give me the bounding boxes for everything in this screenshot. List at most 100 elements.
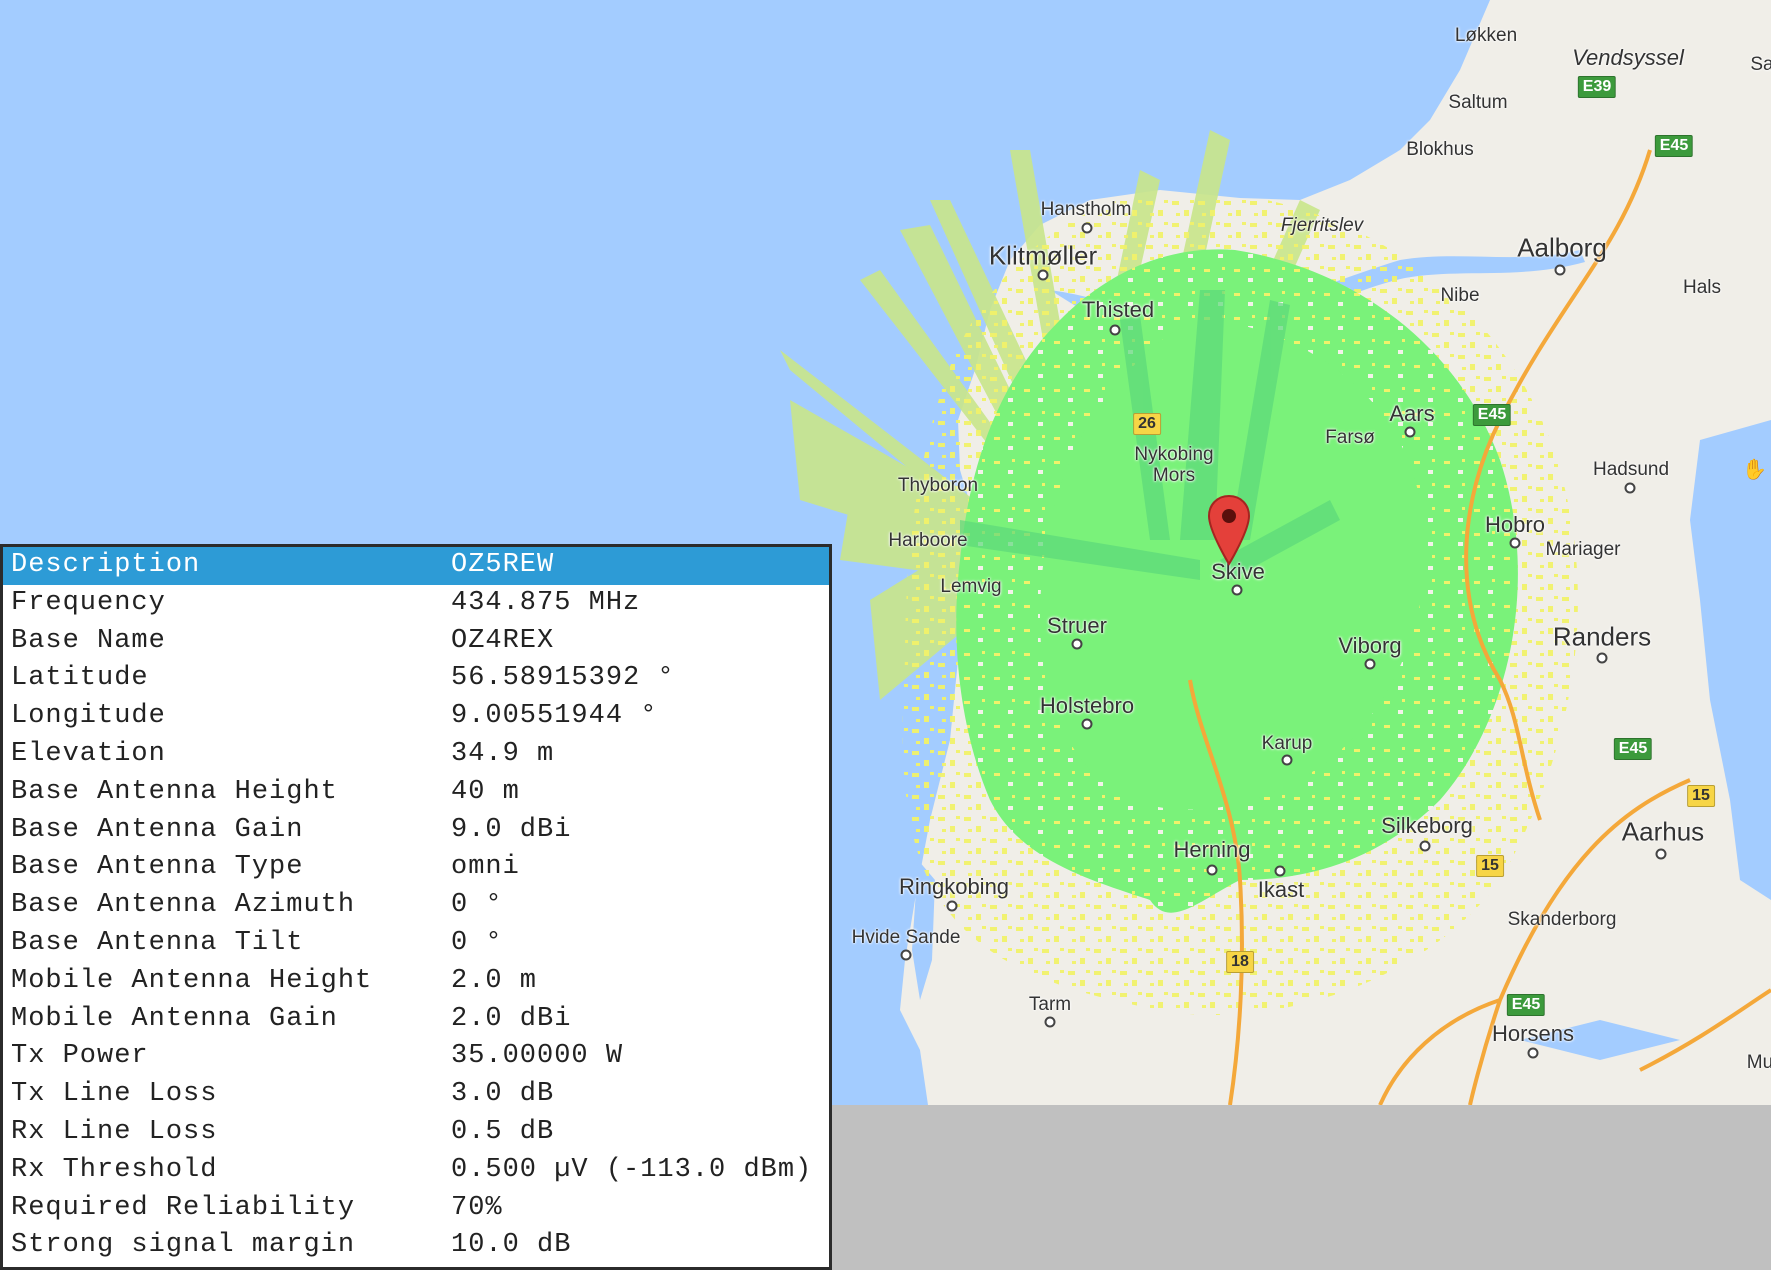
row-label: Rx Line Loss	[11, 1116, 218, 1147]
row-label: Tx Power	[11, 1041, 149, 1072]
table-row: Base Antenna Height 40 m	[3, 774, 829, 812]
row-value: 0 °	[451, 890, 503, 921]
row-label: Tx Line Loss	[11, 1079, 218, 1110]
place-dot	[1044, 1016, 1056, 1028]
row-value: 70%	[451, 1192, 503, 1223]
road-shield: E45	[1472, 404, 1512, 426]
place-dot	[1274, 865, 1286, 877]
table-row: Rx Threshold 0.500 µV (-113.0 dBm)	[3, 1152, 829, 1190]
table-row: Strong signal margin 10.0 dB	[3, 1227, 829, 1265]
place-label: Thyboron	[897, 475, 979, 496]
row-value: 2.0 dBi	[451, 1003, 572, 1034]
place-dot	[1037, 269, 1049, 281]
place-label: Hanstholm	[1040, 199, 1132, 220]
row-value: omni	[451, 852, 520, 883]
row-label: Base Antenna Height	[11, 776, 338, 807]
place-label: Randers	[1552, 621, 1652, 652]
place-dot	[900, 949, 912, 961]
row-label: Base Antenna Tilt	[11, 927, 304, 958]
table-row: Mobile Antenna Height 2.0 m	[3, 963, 829, 1001]
row-value: 2.0 m	[451, 965, 538, 996]
table-row: Base Antenna Tilt 0 °	[3, 925, 829, 963]
place-dot	[1206, 864, 1218, 876]
row-value: 10.0 dB	[451, 1230, 572, 1261]
table-row: Frequency 434.875 MHz	[3, 585, 829, 623]
place-label: Skanderborg	[1507, 909, 1617, 930]
table-row: Required Reliability 70%	[3, 1190, 829, 1228]
place-label: Tarm	[1028, 994, 1072, 1015]
row-value: 9.0 dBi	[451, 814, 572, 845]
place-dot	[1554, 264, 1566, 276]
table-row: Elevation 34.9 m	[3, 736, 829, 774]
place-label: Herning	[1173, 837, 1251, 862]
row-value: 434.875 MHz	[451, 587, 641, 618]
place-label: Aarhus	[1621, 816, 1705, 847]
road-shield: 18	[1226, 951, 1254, 973]
place-label: Nibe	[1440, 285, 1480, 306]
row-value: 0.5 dB	[451, 1116, 555, 1147]
place-label: Silkeborg	[1381, 813, 1473, 838]
place-label: Struer	[1047, 613, 1107, 638]
row-value: 40 m	[451, 776, 520, 807]
hand-pan-cursor-icon: ✋	[1742, 459, 1767, 481]
place-dot	[1231, 584, 1243, 596]
table-row: Base Antenna Azimuth 0 °	[3, 887, 829, 925]
site-info-panel: Description OZ5REW Frequency 434.875 MHz…	[0, 544, 832, 1270]
place-label: Blokhus	[1406, 139, 1474, 160]
row-value: OZ5REW	[443, 547, 829, 585]
row-value: 34.9 m	[451, 738, 555, 769]
row-label: Frequency	[11, 587, 166, 618]
place-label: Hvide Sande	[851, 927, 961, 948]
place-dot	[1071, 638, 1083, 650]
table-row: Tx Line Loss 3.0 dB	[3, 1076, 829, 1114]
row-label: Strong signal margin	[11, 1230, 356, 1261]
place-dot	[1081, 718, 1093, 730]
row-label: Required Reliability	[11, 1192, 356, 1223]
road-shield: 15	[1687, 785, 1715, 807]
site-parameters-table: Description OZ5REW Frequency 434.875 MHz…	[3, 547, 829, 1265]
table-row: Rx Line Loss 0.5 dB	[3, 1114, 829, 1152]
place-label: Hals	[1682, 277, 1722, 298]
table-row: Tx Power 35.00000 W	[3, 1038, 829, 1076]
table-row: Longitude 9.00551944 °	[3, 698, 829, 736]
place-label: Aars	[1389, 401, 1435, 426]
road-shield: E45	[1654, 135, 1694, 157]
row-value: 9.00551944 °	[451, 701, 658, 732]
place-label: Hobro	[1485, 512, 1545, 537]
row-label: Base Antenna Azimuth	[11, 890, 356, 921]
place-label: Thisted	[1081, 297, 1155, 322]
place-label: Mu	[1746, 1052, 1771, 1073]
place-label: Mariager	[1545, 539, 1621, 560]
place-dot	[1281, 754, 1293, 766]
place-dot	[1655, 848, 1667, 860]
row-label: Description	[3, 547, 443, 585]
place-label: Fjerritslev	[1280, 215, 1364, 236]
road-shield: E45	[1506, 994, 1546, 1016]
table-row: Latitude 56.58915392 °	[3, 660, 829, 698]
place-dot	[1081, 222, 1093, 234]
row-label: Mobile Antenna Height	[11, 965, 373, 996]
row-value: 3.0 dB	[451, 1079, 555, 1110]
place-dot	[1109, 324, 1121, 336]
row-label: Latitude	[11, 663, 149, 694]
place-label: Ikast	[1257, 877, 1305, 902]
row-value: 35.00000 W	[451, 1041, 624, 1072]
road-shield: 15	[1476, 855, 1504, 877]
place-label: Ringkobing	[898, 874, 1010, 899]
road-shield: E39	[1577, 76, 1617, 98]
place-label: Lemvig	[940, 576, 1002, 597]
place-label: Sa	[1750, 54, 1771, 75]
place-dot	[1527, 1047, 1539, 1059]
map-pin-icon[interactable]	[1207, 494, 1251, 566]
road-shield: E45	[1613, 738, 1653, 760]
place-label: Horsens	[1492, 1021, 1574, 1046]
row-label: Elevation	[11, 738, 166, 769]
table-row: Base Name OZ4REX	[3, 623, 829, 661]
row-label: Base Antenna Type	[11, 852, 304, 883]
place-label: Harboore	[888, 530, 968, 551]
row-label: Longitude	[11, 701, 166, 732]
place-label: Saltum	[1448, 92, 1508, 113]
table-row: Base Antenna Gain 9.0 dBi	[3, 812, 829, 850]
row-label: Mobile Antenna Gain	[11, 1003, 338, 1034]
table-row-description: Description OZ5REW	[3, 547, 829, 585]
